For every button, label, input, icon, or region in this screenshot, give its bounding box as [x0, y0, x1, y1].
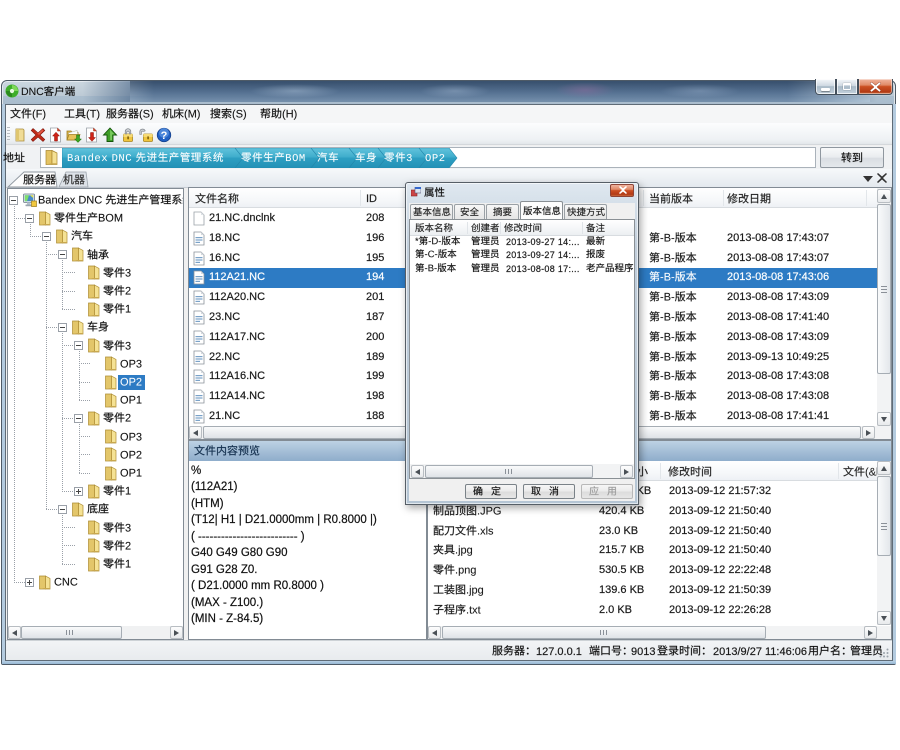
svg-text:?: ?	[161, 130, 168, 142]
